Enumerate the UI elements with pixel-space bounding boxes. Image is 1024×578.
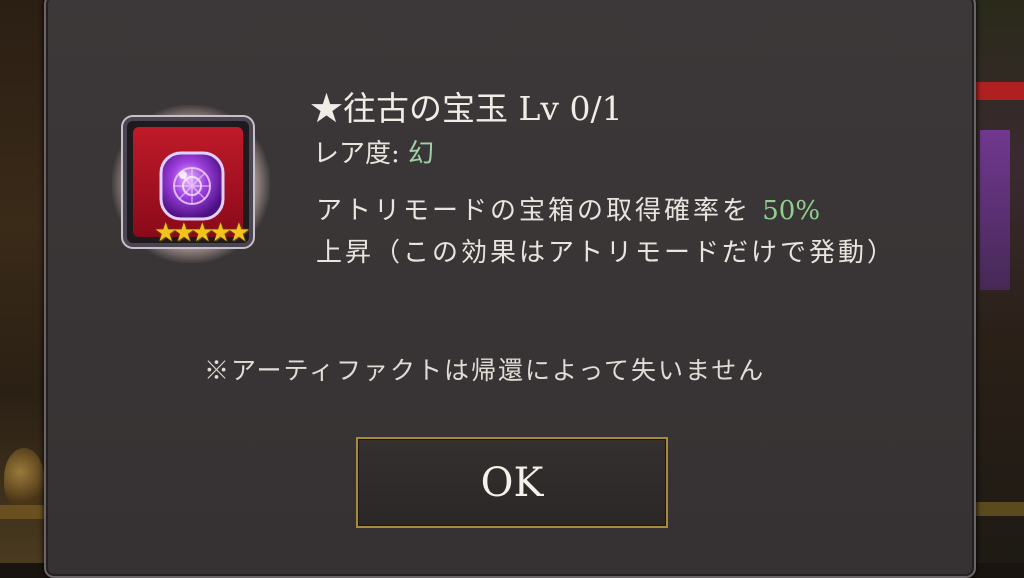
- description-prefix: アトリモードの宝箱の取得確率を: [316, 196, 763, 226]
- background-ledge-right: [970, 502, 1024, 516]
- item-title: ★往古の宝玉 Lv 0/1: [310, 89, 623, 128]
- item-description: アトリモードの宝箱の取得確率を 50% 上昇（この効果はアトリモードだけで発動）: [316, 190, 916, 274]
- background-ledge: [0, 505, 46, 519]
- background-pot: [4, 448, 44, 508]
- description-suffix: 上昇（この効果はアトリモードだけで発動）: [316, 238, 897, 268]
- artifact-note: ※アーティファクトは帰還によって失いません: [204, 356, 766, 385]
- ok-button[interactable]: OK: [356, 437, 668, 528]
- background-purple-figure: [980, 130, 1010, 290]
- background-scene-right: [970, 0, 1024, 563]
- purple-orb-icon: [159, 151, 225, 221]
- background-scene-left: [0, 0, 46, 563]
- rarity-stars: ★★★★★: [154, 218, 251, 248]
- rarity-label: レア度:: [313, 139, 409, 169]
- rarity-value: 幻: [408, 139, 435, 169]
- background-red-banner: [974, 82, 1024, 100]
- description-percent: 50%: [762, 196, 821, 226]
- item-rarity: レア度: 幻: [313, 133, 434, 170]
